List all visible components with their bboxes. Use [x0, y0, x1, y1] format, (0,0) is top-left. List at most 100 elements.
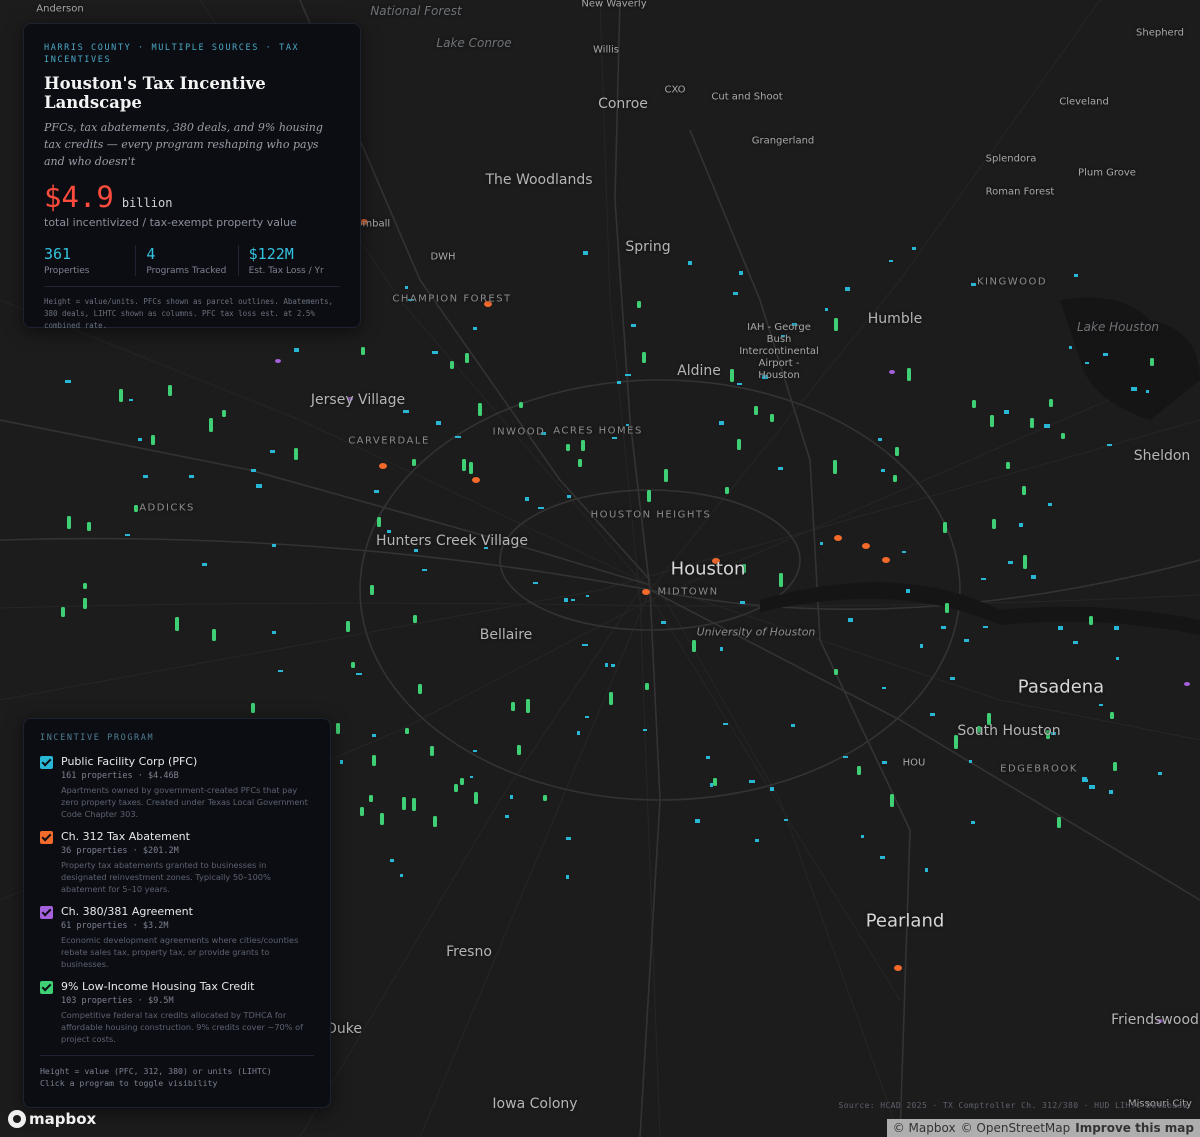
- lihtc-marker: [251, 703, 255, 713]
- place-label: HOU: [902, 757, 926, 769]
- pfc-marker: [567, 495, 571, 498]
- pfc-marker: [695, 819, 700, 823]
- legend-heading: INCENTIVE PROGRAM: [40, 733, 155, 743]
- pfc-marker: [586, 595, 589, 597]
- pfc-marker: [1114, 626, 1119, 630]
- lihtc-marker: [380, 813, 384, 825]
- place-label: Shepherd: [1136, 27, 1184, 39]
- lihtc-marker: [645, 683, 649, 690]
- place-label: ACRES HOMES: [553, 425, 643, 437]
- pfc-marker: [251, 469, 256, 472]
- legend-footer-toggle: Click a program to toggle visibility: [40, 1078, 218, 1088]
- pfc-marker: [1082, 777, 1087, 780]
- mapbox-icon: [8, 1110, 26, 1128]
- lihtc-marker: [1057, 817, 1061, 828]
- legend-item-lihtc[interactable]: 9% Low-Income Housing Tax Credit 103 pro…: [40, 980, 314, 1045]
- lihtc-marker: [857, 766, 861, 775]
- place-label: MIDTOWN: [657, 586, 719, 598]
- pfc-marker: [770, 787, 774, 791]
- pfc-marker: [882, 687, 886, 689]
- lihtc-marker: [990, 415, 994, 427]
- improve-map-link[interactable]: Improve this map: [1075, 1121, 1194, 1135]
- place-label: CARVERDALE: [348, 435, 430, 447]
- place-label: Spring: [625, 239, 671, 255]
- pfc-marker: [340, 760, 343, 764]
- pfc-marker: [65, 380, 71, 383]
- pfc-marker: [920, 644, 923, 648]
- lihtc-marker: [462, 459, 466, 471]
- attribution-mapbox-link[interactable]: © Mapbox: [893, 1121, 956, 1135]
- pfc-marker: [720, 647, 723, 651]
- agreement-marker: [1184, 682, 1190, 686]
- lihtc-marker: [943, 522, 947, 533]
- agreement-marker: [275, 359, 281, 363]
- lihtc-marker: [895, 447, 899, 456]
- legend-desc: Property tax abatements granted to busin…: [61, 860, 271, 894]
- lihtc-marker: [713, 778, 717, 786]
- pfc-marker: [270, 450, 275, 453]
- stat-value: 4: [146, 245, 156, 263]
- lihtc-checkbox[interactable]: [40, 981, 53, 994]
- pfc-marker: [1085, 362, 1089, 364]
- pfc-marker: [272, 631, 276, 634]
- pfc-marker: [405, 286, 408, 289]
- lihtc-marker: [212, 629, 216, 641]
- pfc-marker: [582, 644, 588, 646]
- pfc-marker: [791, 724, 795, 727]
- legend-meta: 161 properties · $4.46B: [61, 771, 179, 781]
- place-label: New Waverly: [581, 0, 647, 10]
- lihtc-marker: [370, 585, 374, 595]
- pfc-checkbox[interactable]: [40, 756, 53, 769]
- pfc-marker: [278, 670, 283, 672]
- pfc-marker: [272, 544, 276, 547]
- lihtc-marker: [1023, 555, 1027, 569]
- place-label: Cut and Shoot: [711, 91, 783, 103]
- pfc-marker: [1099, 704, 1103, 706]
- pfc-marker: [878, 438, 882, 441]
- legend-item-380[interactable]: Ch. 380/381 Agreement 61 properties · $3…: [40, 905, 314, 970]
- legend-item-pfc[interactable]: Public Facility Corp (PFC) 161 propertie…: [40, 755, 314, 820]
- place-label: Pasadena: [1017, 676, 1105, 698]
- pfc-marker: [964, 639, 969, 642]
- lihtc-marker: [87, 522, 91, 531]
- lihtc-marker: [737, 439, 741, 450]
- lihtc-marker: [361, 347, 365, 355]
- lihtc-marker: [168, 385, 172, 396]
- place-label: ADDICKS: [139, 502, 195, 514]
- abatement-marker: [642, 589, 650, 595]
- place-label: Aldine: [677, 363, 721, 379]
- place-label: IAH - George Bush Intercontinental Airpo…: [739, 322, 819, 381]
- pfc-marker: [138, 438, 142, 441]
- pfc-marker: [1019, 523, 1023, 527]
- place-label: Plum Grove: [1078, 167, 1136, 179]
- pfc-marker: [455, 436, 461, 438]
- headline-value: $4.9 billion: [44, 180, 340, 214]
- pfc-marker: [925, 868, 928, 872]
- place-label: Jersey Village: [310, 392, 406, 408]
- mapbox-logo[interactable]: mapbox: [8, 1110, 96, 1128]
- legend-item-312[interactable]: Ch. 312 Tax Abatement 36 properties · $2…: [40, 830, 314, 895]
- legend-name: Ch. 312 Tax Abatement: [61, 830, 190, 843]
- place-label: INWOOD: [492, 426, 546, 438]
- stat-value: $122M: [248, 245, 294, 263]
- pfc-marker: [473, 750, 477, 752]
- lihtc-marker: [543, 795, 547, 801]
- agreement-checkbox[interactable]: [40, 906, 53, 919]
- pfc-marker: [848, 618, 853, 622]
- lihtc-marker: [578, 459, 582, 467]
- panel-eyebrow: HARRIS COUNTY · MULTIPLE SOURCES · TAX I…: [44, 43, 300, 65]
- pfc-marker: [778, 467, 783, 470]
- abatement-checkbox[interactable]: [40, 831, 53, 844]
- pfc-marker: [971, 821, 975, 824]
- lihtc-marker: [945, 603, 949, 613]
- pfc-marker: [1058, 626, 1063, 630]
- pfc-marker: [470, 776, 473, 778]
- pfc-marker: [845, 287, 850, 291]
- mapbox-wordmark: mapbox: [29, 1110, 97, 1128]
- pfc-marker: [294, 348, 299, 352]
- pfc-marker: [390, 859, 394, 862]
- lihtc-marker: [474, 792, 478, 804]
- pfc-marker: [881, 469, 885, 472]
- attribution-osm-link[interactable]: © OpenStreetMap: [961, 1121, 1071, 1135]
- pfc-marker: [820, 542, 823, 545]
